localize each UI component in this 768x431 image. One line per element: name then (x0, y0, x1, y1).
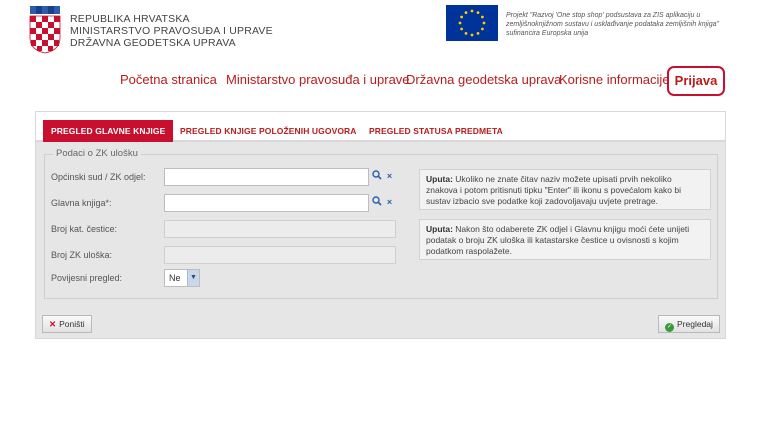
entry-label: Broj ZK uloška: (51, 250, 113, 260)
reset-button[interactable]: ✕ Poništi (42, 315, 92, 333)
reset-button-label: Poništi (59, 319, 85, 329)
court-search-icon[interactable] (370, 170, 383, 184)
ministry-line-1: REPUBLIKA HRVATSKA (70, 13, 190, 25)
hint2-text: Nakon što odaberete ZK odjel i Glavnu kn… (426, 224, 690, 256)
close-icon: ✕ (49, 319, 57, 329)
nav-ministry[interactable]: Ministarstvo pravosuđa i uprave (226, 72, 410, 87)
hint-box-selection: Uputa: Nakon što odaberete ZK odjel i Gl… (419, 219, 711, 260)
login-button[interactable]: Prijava (667, 66, 725, 96)
main-navigation: Početna stranica Ministarstvo pravosuđa … (0, 66, 768, 96)
tab-bar: PREGLED GLAVNE KNJIGE PREGLED KNJIGE POL… (36, 112, 725, 142)
croatian-coat-of-arms-icon (29, 6, 61, 54)
ministry-line-2: MINISTARSTVO PRAVOSUĐA I UPRAVE (70, 25, 273, 37)
ministry-line-3: DRŽAVNA GEODETSKA UPRAVA (70, 37, 236, 49)
nav-geodetic-administration[interactable]: Državna geodetska uprava (406, 72, 561, 87)
court-label: Općinski sud / ZK odjel: (51, 172, 146, 182)
site-header: REPUBLIKA HRVATSKA MINISTARSTVO PRAVOSUĐ… (0, 0, 768, 60)
hint2-title: Uputa: (426, 224, 453, 234)
check-icon: ✓ (665, 323, 674, 332)
entry-input[interactable] (164, 246, 396, 264)
hint1-title: Uputa: (426, 174, 453, 184)
court-clear-icon[interactable]: × (383, 169, 396, 183)
book-clear-icon[interactable]: × (383, 195, 396, 209)
parcel-label: Broj kat. čestice: (51, 224, 118, 234)
book-search-icon[interactable] (370, 196, 383, 210)
hint-box-search: Uputa: Ukoliko ne znate čitav naziv može… (419, 169, 711, 210)
eu-project-text: Projekt "Razvoj 'One stop shop' podsusta… (506, 12, 719, 37)
view-button-label: Pregledaj (677, 319, 713, 329)
book-label: Glavna knjiga*: (51, 198, 112, 208)
court-input[interactable] (164, 168, 369, 186)
parcel-input[interactable] (164, 220, 396, 238)
book-input[interactable] (164, 194, 369, 212)
history-select[interactable]: Ne ▼ (164, 269, 200, 287)
view-button[interactable]: ✓ Pregledaj (658, 315, 720, 333)
land-registry-fieldset: Podaci o ZK ulošku Općinski sud / ZK odj… (44, 148, 718, 299)
tab-case-status[interactable]: PREGLED STATUSA PREDMETA (369, 120, 503, 142)
fieldset-legend: Podaci o ZK ulošku (53, 148, 141, 159)
hint1-text: Ukoliko ne znate čitav naziv možete upis… (426, 174, 682, 206)
history-select-value: Ne (169, 273, 181, 283)
ministry-name: REPUBLIKA HRVATSKA MINISTARSTVO PRAVOSUĐ… (70, 13, 273, 49)
search-panel: PREGLED GLAVNE KNJIGE PREGLED KNJIGE POL… (35, 111, 726, 339)
tab-deposited-contracts[interactable]: PREGLED KNJIGE POLOŽENIH UGOVORA (180, 120, 357, 142)
eu-flag-icon (446, 5, 498, 41)
tab-main-book[interactable]: PREGLED GLAVNE KNJIGE (43, 120, 174, 142)
nav-home[interactable]: Početna stranica (120, 72, 217, 87)
history-label: Povijesni pregled: (51, 273, 123, 283)
chevron-down-icon[interactable]: ▼ (187, 270, 199, 286)
nav-useful-info[interactable]: Korisne informacije (559, 72, 670, 87)
